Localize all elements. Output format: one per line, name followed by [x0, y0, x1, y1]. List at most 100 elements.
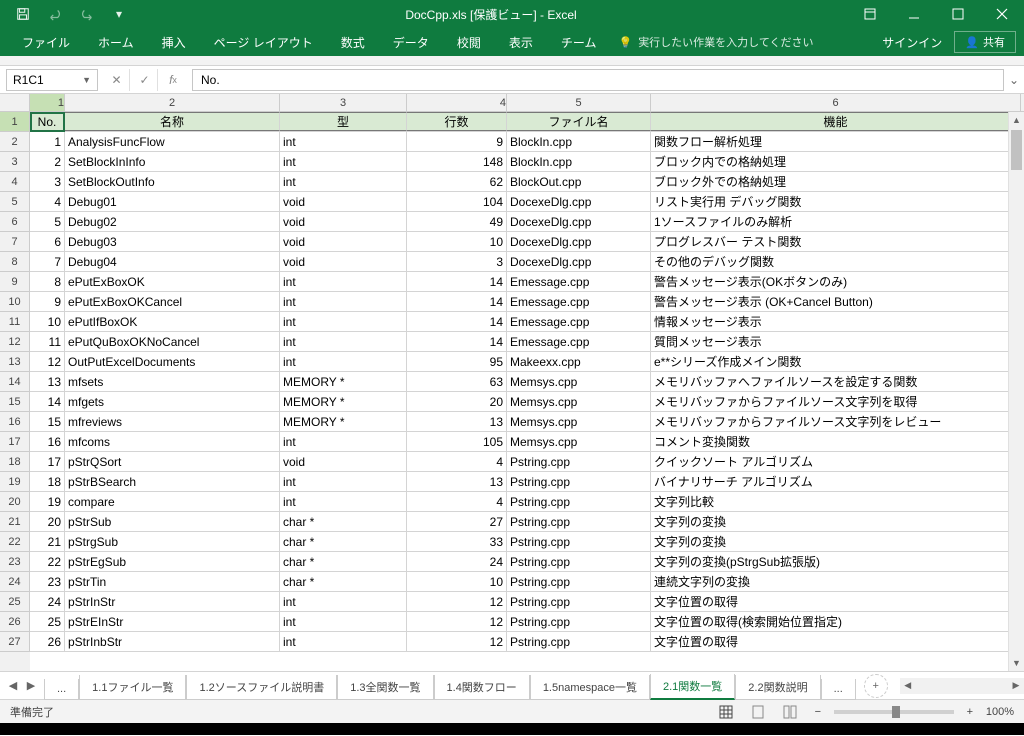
- cell[interactable]: 14: [407, 332, 507, 351]
- header-cell[interactable]: 機能: [651, 112, 1021, 131]
- cell[interactable]: void: [280, 232, 407, 251]
- row-header[interactable]: 13: [0, 352, 30, 372]
- column-header[interactable]: 1: [30, 94, 65, 111]
- cell[interactable]: Debug03: [65, 232, 280, 251]
- cell[interactable]: Memsys.cpp: [507, 372, 651, 391]
- row-header[interactable]: 5: [0, 192, 30, 212]
- cell[interactable]: Memsys.cpp: [507, 412, 651, 431]
- row-header[interactable]: 15: [0, 392, 30, 412]
- cell[interactable]: 3: [30, 172, 65, 191]
- cell[interactable]: 10: [407, 232, 507, 251]
- cell[interactable]: char *: [280, 532, 407, 551]
- expand-formula-icon[interactable]: ⌄: [1004, 73, 1024, 87]
- cell[interactable]: バイナリサーチ アルゴリズム: [651, 472, 1021, 491]
- cell[interactable]: int: [280, 432, 407, 451]
- cell[interactable]: Emessage.cpp: [507, 312, 651, 331]
- cell[interactable]: int: [280, 172, 407, 191]
- cell[interactable]: Pstring.cpp: [507, 512, 651, 531]
- zoom-slider-thumb[interactable]: [892, 706, 900, 718]
- cell[interactable]: メモリバッファからファイルソース文字列を取得: [651, 392, 1021, 411]
- cell[interactable]: 文字列比較: [651, 492, 1021, 511]
- cell[interactable]: mfsets: [65, 372, 280, 391]
- scroll-down-icon[interactable]: ▼: [1009, 655, 1024, 671]
- cell[interactable]: MEMORY *: [280, 392, 407, 411]
- cell[interactable]: 12: [407, 592, 507, 611]
- cell[interactable]: BlockIn.cpp: [507, 132, 651, 151]
- cell[interactable]: pStrEgSub: [65, 552, 280, 571]
- tab-nav-next-icon[interactable]: ▶: [24, 679, 38, 692]
- cell[interactable]: ブロック内での格納処理: [651, 152, 1021, 171]
- cell[interactable]: int: [280, 632, 407, 651]
- scroll-right-icon[interactable]: ▶: [1008, 678, 1024, 694]
- cell[interactable]: e**シリーズ作成メイン関数: [651, 352, 1021, 371]
- cell[interactable]: 文字列の変換: [651, 532, 1021, 551]
- cell[interactable]: int: [280, 352, 407, 371]
- sheet-tab[interactable]: 2.2関数説明: [735, 675, 820, 700]
- sheet-tab[interactable]: ...: [821, 679, 856, 700]
- cell[interactable]: 15: [30, 412, 65, 431]
- row-header[interactable]: 19: [0, 472, 30, 492]
- cell[interactable]: Pstring.cpp: [507, 612, 651, 631]
- row-header[interactable]: 14: [0, 372, 30, 392]
- cell[interactable]: 49: [407, 212, 507, 231]
- ribbon-tab[interactable]: 数式: [327, 28, 379, 56]
- cell[interactable]: void: [280, 452, 407, 471]
- cell[interactable]: 14: [30, 392, 65, 411]
- cell[interactable]: void: [280, 212, 407, 231]
- row-header[interactable]: 2: [0, 132, 30, 152]
- close-icon[interactable]: [980, 0, 1024, 28]
- minimize-icon[interactable]: [892, 0, 936, 28]
- cell[interactable]: pStrEInStr: [65, 612, 280, 631]
- row-header[interactable]: 4: [0, 172, 30, 192]
- enter-formula-icon[interactable]: ✓: [132, 69, 158, 91]
- cell[interactable]: Pstring.cpp: [507, 472, 651, 491]
- zoom-in-button[interactable]: +: [962, 706, 978, 718]
- cell[interactable]: 105: [407, 432, 507, 451]
- cell[interactable]: 14: [407, 312, 507, 331]
- sheet-tab[interactable]: 1.1ファイル一覧: [79, 675, 186, 700]
- cell[interactable]: int: [280, 332, 407, 351]
- cell[interactable]: Pstring.cpp: [507, 452, 651, 471]
- cell[interactable]: Debug01: [65, 192, 280, 211]
- sheet-tab[interactable]: 1.5namespace一覧: [530, 675, 650, 700]
- cell[interactable]: Emessage.cpp: [507, 292, 651, 311]
- cell[interactable]: 14: [407, 272, 507, 291]
- scroll-left-icon[interactable]: ◀: [900, 678, 916, 694]
- sign-in-link[interactable]: サインイン: [882, 34, 942, 51]
- cell[interactable]: MEMORY *: [280, 372, 407, 391]
- ribbon-tab[interactable]: 表示: [495, 28, 547, 56]
- sheet-tab[interactable]: 1.2ソースファイル説明書: [186, 675, 337, 700]
- cell[interactable]: 33: [407, 532, 507, 551]
- cell[interactable]: 関数フロー解析処理: [651, 132, 1021, 151]
- cell[interactable]: pStrInbStr: [65, 632, 280, 651]
- cells-grid[interactable]: No. 名称 型 行数 ファイル名 機能 1AnalysisFuncFlowin…: [30, 112, 1024, 671]
- cell[interactable]: 文字列の変換: [651, 512, 1021, 531]
- column-header[interactable]: 2: [65, 94, 280, 111]
- cell[interactable]: 5: [30, 212, 65, 231]
- cell[interactable]: コメント変換関数: [651, 432, 1021, 451]
- cell[interactable]: 警告メッセージ表示 (OK+Cancel Button): [651, 292, 1021, 311]
- sheet-tab[interactable]: ...: [44, 679, 79, 700]
- cell[interactable]: int: [280, 472, 407, 491]
- row-header[interactable]: 1: [0, 112, 30, 132]
- horizontal-scrollbar[interactable]: ◀ ▶: [900, 678, 1024, 694]
- ribbon-display-icon[interactable]: [848, 0, 892, 28]
- scroll-up-icon[interactable]: ▲: [1009, 112, 1024, 128]
- cell[interactable]: 24: [30, 592, 65, 611]
- cell[interactable]: pStrQSort: [65, 452, 280, 471]
- cell[interactable]: 20: [407, 392, 507, 411]
- scrollbar-thumb[interactable]: [1011, 130, 1022, 170]
- row-header[interactable]: 12: [0, 332, 30, 352]
- cell[interactable]: 25: [30, 612, 65, 631]
- cell[interactable]: ePutExBoxOKCancel: [65, 292, 280, 311]
- ribbon-tab[interactable]: ファイル: [8, 28, 84, 56]
- ribbon-tab[interactable]: ページ レイアウト: [200, 28, 327, 56]
- cell[interactable]: 1: [30, 132, 65, 151]
- cell[interactable]: 2: [30, 152, 65, 171]
- cell[interactable]: 質問メッセージ表示: [651, 332, 1021, 351]
- row-header[interactable]: 22: [0, 532, 30, 552]
- select-all-corner[interactable]: [0, 94, 30, 111]
- column-header[interactable]: 3: [280, 94, 407, 111]
- cell[interactable]: int: [280, 132, 407, 151]
- ribbon-tab[interactable]: データ: [379, 28, 443, 56]
